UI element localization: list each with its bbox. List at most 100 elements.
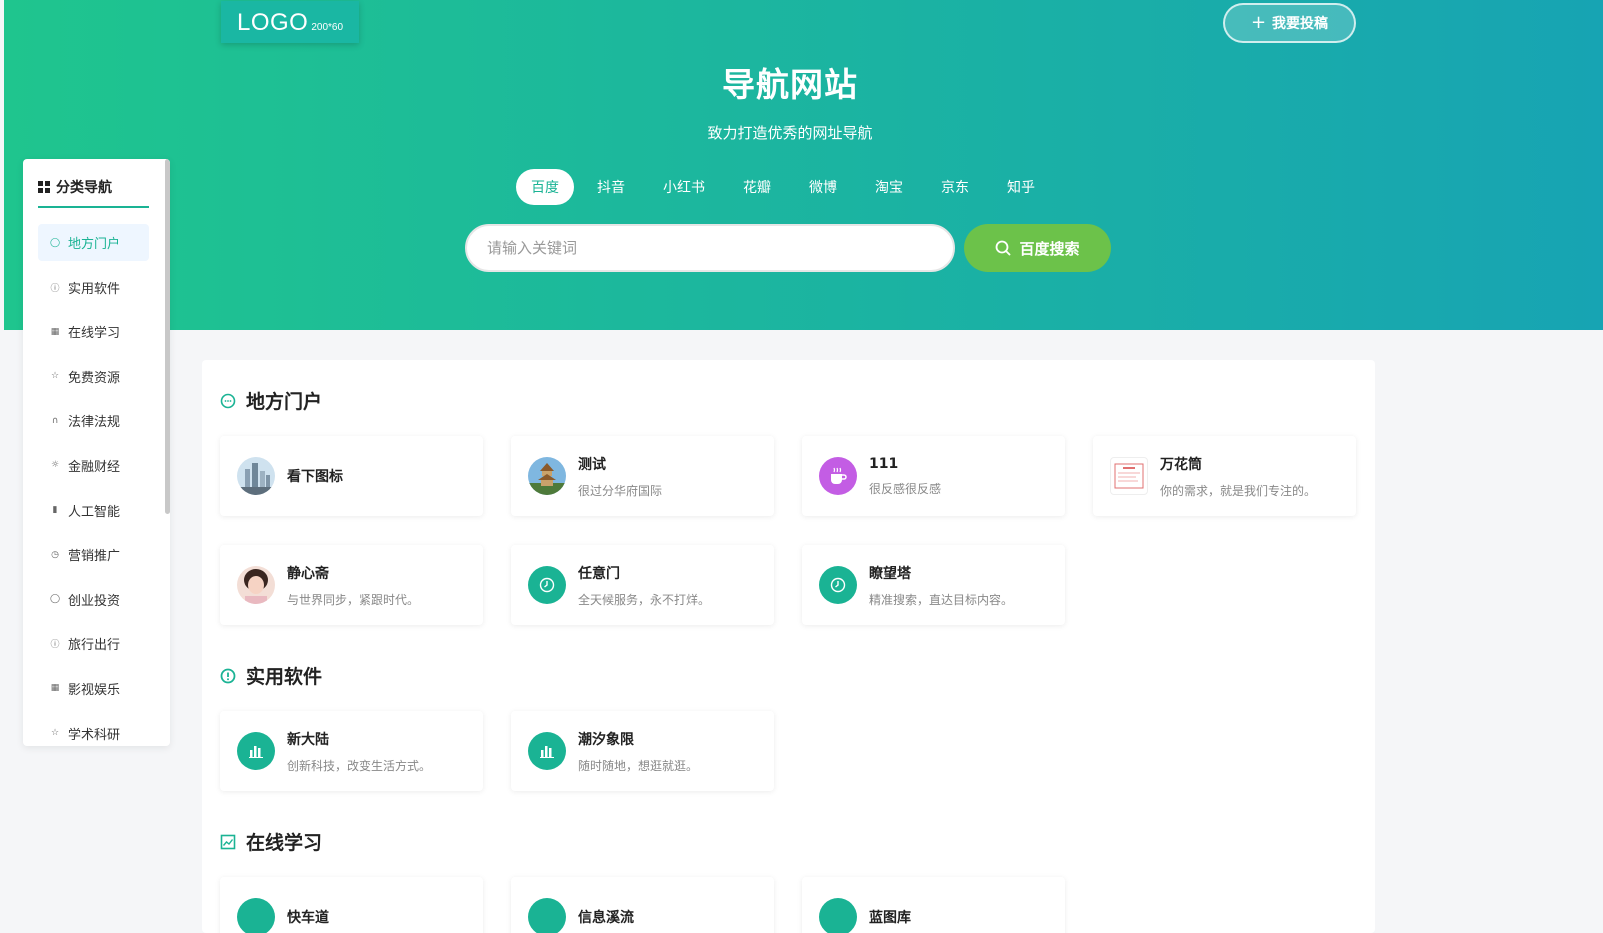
sidebar-item-label: 地方门户 [68, 237, 121, 252]
sidebar-item-software[interactable]: ⓘ 实用软件 [38, 269, 149, 306]
clock-icon [528, 566, 566, 604]
sidebar-item-entertainment[interactable]: ▦ 影视娱乐 [38, 670, 149, 707]
star-icon: ☆ [50, 371, 60, 382]
teal-circle-icon [237, 898, 275, 933]
alert-circle-icon: ⓘ [50, 283, 60, 294]
image-icon: ▦ [50, 326, 60, 337]
sidebar-item-label: 影视娱乐 [68, 682, 121, 698]
section-title-text: 在线学习 [246, 832, 323, 854]
engine-tab-huaban[interactable]: 花瓣 [728, 169, 786, 205]
sidebar-item-label: 金融财经 [68, 459, 121, 475]
chat-icon: ◯ [49, 594, 61, 605]
sidebar-item-free-resources[interactable]: ☆ 免费资源 [38, 358, 149, 395]
grid-icon [38, 181, 50, 193]
card-desc: 随时随地，想逛就逛。 [578, 758, 699, 773]
sidebar-item-label: 免费资源 [68, 370, 121, 386]
section-title-software: 实用软件 [220, 662, 322, 689]
site-card[interactable]: 测试 很过分华府国际 [511, 436, 774, 516]
card-title: 任意门 [578, 565, 620, 582]
card-title: 静心斋 [287, 565, 329, 582]
clock-icon [819, 566, 857, 604]
card-title: 瞭望塔 [869, 565, 911, 582]
card-title: 看下图标 [287, 469, 343, 485]
site-title: 导航网站 [722, 65, 858, 104]
site-card[interactable]: 静心斋 与世界同步，紧跟时代。 [220, 545, 483, 625]
search-engine-tabs: 百度 抖音 小红书 花瓣 微博 淘宝 京东 知乎 [516, 169, 1050, 205]
document-thumb [1110, 457, 1148, 495]
clock-icon: ◷ [51, 549, 59, 560]
sidebar-item-ai[interactable]: ▮ 人工智能 [38, 492, 149, 529]
sidebar-list: ◯ 地方门户 ⓘ 实用软件 ▦ 在线学习 ☆ 免费资源 ∩ 法律法规 ☼ 金融财经 ▮ 人工智… [38, 224, 149, 746]
card-title: 快车道 [287, 910, 329, 926]
submit-site-button[interactable]: + 我要投稿 [1223, 3, 1356, 43]
card-desc: 精准搜索，直达目标内容。 [869, 592, 1014, 607]
section-title-text: 实用软件 [246, 666, 323, 688]
site-card[interactable]: 信息溪流 [511, 877, 774, 933]
sidebar-item-marketing[interactable]: ◷ 营销推广 [38, 536, 149, 573]
card-title: 蓝图库 [869, 910, 911, 926]
card-title: 111 [869, 455, 899, 472]
engine-tab-zhihu[interactable]: 知乎 [992, 169, 1050, 205]
sidebar-item-finance[interactable]: ☼ 金融财经 [38, 447, 149, 484]
site-card[interactable]: 111 很反感很反感 [802, 436, 1065, 516]
card-title: 潮汐象限 [578, 731, 634, 748]
sidebar-item-online-learning[interactable]: ▦ 在线学习 [38, 313, 149, 350]
sidebar-item-academic[interactable]: ☆ 学术科研 [38, 715, 149, 746]
search-button[interactable]: 百度搜索 [964, 224, 1111, 272]
chat-icon: ◯ [49, 237, 61, 248]
site-card[interactable]: 瞭望塔精准搜索，直达目标内容。 [802, 545, 1065, 625]
site-card[interactable]: 潮汐象限随时随地，想逛就逛。 [511, 711, 774, 791]
category-sidebar: 分类导航 ◯ 地方门户 ⓘ 实用软件 ▦ 在线学习 ☆ 免费资源 ∩ 法律法规 ☼ 金融财经… [23, 159, 170, 746]
sidebar-item-law[interactable]: ∩ 法律法规 [38, 402, 149, 439]
site-card[interactable]: 看下图标 [220, 436, 483, 516]
section-title-local-portal: 地方门户 [220, 387, 322, 414]
card-desc: 你的需求，就是我们专注的。 [1160, 483, 1317, 498]
search-icon [996, 240, 1011, 256]
site-card[interactable]: 蓝图库 [802, 877, 1065, 933]
sidebar-item-label: 学术科研 [68, 727, 121, 743]
site-card[interactable]: 快车道 [220, 877, 483, 933]
card-desc: 很反感很反感 [869, 481, 942, 496]
site-card[interactable]: 万花筒你的需求，就是我们专注的。 [1093, 436, 1356, 516]
card-desc: 创新科技，改变生活方式。 [287, 758, 432, 773]
logo[interactable]: LOGO 200*60 [221, 1, 359, 43]
engine-tab-taobao[interactable]: 淘宝 [860, 169, 918, 205]
chat-icon [220, 393, 236, 409]
plus-icon: + [1250, 12, 1267, 33]
sidebar-item-label: 实用软件 [68, 281, 121, 297]
engine-tab-jd[interactable]: 京东 [926, 169, 984, 205]
bar-chart-icon [237, 732, 275, 770]
star-icon: ☆ [50, 728, 60, 739]
logo-text: LOGO [236, 9, 309, 36]
sidebar-item-label: 在线学习 [68, 326, 121, 342]
card-title: 信息溪流 [578, 910, 634, 926]
engine-tab-xiaohongshu[interactable]: 小红书 [648, 169, 720, 205]
bar-chart-icon [528, 732, 566, 770]
sidebar-item-label: 营销推广 [68, 549, 121, 565]
image-icon [220, 834, 236, 850]
headphones-icon: ∩ [51, 415, 59, 426]
bar-chart-icon: ▮ [52, 505, 58, 516]
site-card[interactable]: 任意门 全天候服务，永不打烊。 [511, 545, 774, 625]
sidebar-item-local-portal[interactable]: ◯ 地方门户 [38, 224, 149, 261]
sidebar-item-venture[interactable]: ◯ 创业投资 [38, 581, 149, 618]
site-card[interactable]: 新大陆 创新科技，改变生活方式。 [220, 711, 483, 791]
card-title: 万花筒 [1160, 456, 1202, 473]
teal-circle-icon [528, 898, 566, 933]
sun-icon: ☼ [50, 460, 60, 471]
page: LOGO 200*60 + 我要投稿 导航网站 致力打造优秀的网址导航 百度 抖… [4, 0, 1603, 933]
alert-circle-icon: ⓘ [50, 640, 60, 651]
engine-tab-weibo[interactable]: 微博 [794, 169, 852, 205]
sidebar-scrollbar[interactable] [165, 159, 170, 514]
sidebar-item-label: 旅行出行 [68, 638, 121, 654]
sidebar-item-label: 创业投资 [68, 593, 121, 609]
search-input[interactable] [465, 224, 955, 272]
sidebar-item-travel[interactable]: ⓘ 旅行出行 [38, 625, 149, 662]
coffee-cup-icon [819, 457, 857, 495]
section-title-text: 地方门户 [246, 391, 323, 413]
sidebar-item-label: 法律法规 [68, 415, 121, 431]
card-desc: 很过分华府国际 [578, 483, 663, 498]
engine-tab-baidu[interactable]: 百度 [516, 169, 574, 205]
engine-tab-douyin[interactable]: 抖音 [582, 169, 640, 205]
pagoda-photo [528, 457, 566, 495]
